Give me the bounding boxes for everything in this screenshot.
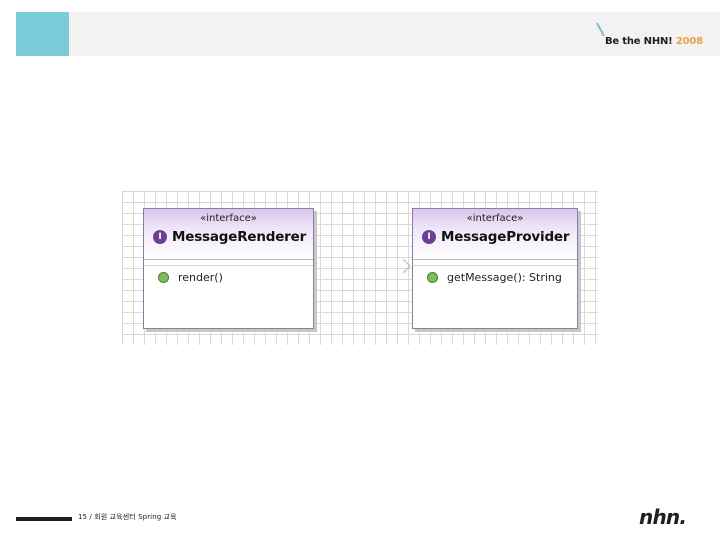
class-header: «interface» I MessageProvider xyxy=(413,209,577,260)
brand-year: 2008 xyxy=(675,36,703,47)
stereotype-label: «interface» xyxy=(466,213,524,224)
brand-text: Be the NHN! 2008 xyxy=(605,36,703,47)
class-title-row: I MessageProvider xyxy=(422,229,570,245)
relationship-arrow-icon xyxy=(402,258,411,274)
method-signature: getMessage(): String xyxy=(447,271,562,284)
interface-icon: I xyxy=(153,230,167,244)
class-name: MessageRenderer xyxy=(172,229,307,245)
class-box-message-provider[interactable]: «interface» I MessageProvider getMessage… xyxy=(412,208,578,329)
footer-rule xyxy=(16,517,72,521)
class-header: «interface» I MessageRenderer xyxy=(144,209,313,260)
method-signature: render() xyxy=(178,271,223,284)
class-title-row: I MessageRenderer xyxy=(153,229,306,245)
class-box-message-renderer[interactable]: «interface» I MessageRenderer render() xyxy=(143,208,314,329)
public-method-icon xyxy=(427,272,438,283)
uml-diagram: «interface» I MessageRenderer render() «… xyxy=(122,191,598,345)
method-row: render() xyxy=(158,271,223,284)
attributes-compartment xyxy=(144,260,313,266)
footer-page-label: 15 / 회원 교육센터 Spring 교육 xyxy=(78,513,177,521)
interface-icon: I xyxy=(422,230,436,244)
brand-main: Be the NHN! xyxy=(605,36,673,47)
attributes-compartment xyxy=(413,260,577,266)
class-name: MessageProvider xyxy=(441,229,570,245)
public-method-icon xyxy=(158,272,169,283)
header-accent xyxy=(16,12,69,56)
nhn-logo: nhn. xyxy=(639,505,687,529)
brand-tagline: Be the NHN! 2008 xyxy=(596,22,716,52)
method-row: getMessage(): String xyxy=(427,271,562,284)
stereotype-label: «interface» xyxy=(200,213,257,224)
